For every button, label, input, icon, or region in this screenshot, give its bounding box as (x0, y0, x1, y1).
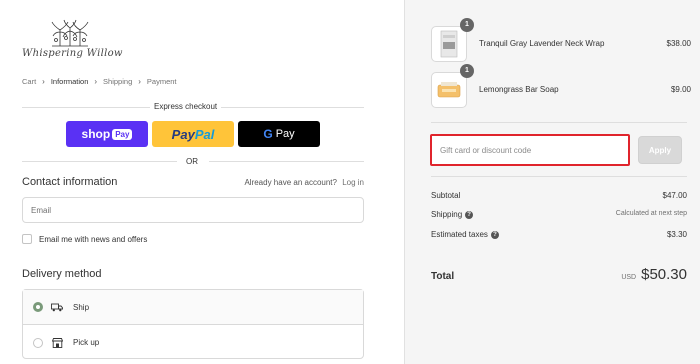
google-g-icon: G (263, 127, 273, 141)
product-thumbnail-neck-wrap (431, 26, 467, 62)
checkout-main-panel: Whispering Willow Cart › Information › S… (0, 0, 404, 364)
chevron-right-icon: › (138, 77, 141, 86)
express-checkout-label: Express checkout (150, 102, 222, 111)
shipping-value: Calculated at next step (615, 210, 687, 217)
order-item: 1 Tranquil Gray Lavender Neck Wrap $38.0… (431, 18, 691, 62)
item-name: Lemongrass Bar Soap (479, 85, 559, 94)
breadcrumb-payment: Payment (146, 77, 177, 86)
email-placeholder: Email (31, 205, 52, 215)
account-prompt-text: Already have an account? (244, 178, 337, 187)
google-pay-text: Pay (275, 128, 295, 140)
help-icon[interactable]: ? (465, 210, 474, 219)
login-link[interactable]: Log in (342, 178, 364, 187)
breadcrumb-shipping: Shipping (103, 77, 133, 86)
item-price: $38.00 (666, 39, 691, 48)
breadcrumb-cart[interactable]: Cart (22, 77, 36, 86)
delivery-method-heading: Delivery method (22, 268, 102, 280)
item-name: Tranquil Gray Lavender Neck Wrap (479, 39, 605, 48)
breadcrumb: Cart › Information › Shipping › Payment (22, 77, 177, 86)
help-icon[interactable]: ? (490, 230, 499, 239)
summary-divider (431, 122, 687, 123)
item-price: $9.00 (670, 85, 691, 94)
total-amount-group: USD $50.30 (621, 266, 687, 283)
paypal-button[interactable]: Pay Pal (152, 121, 234, 147)
quantity-badge: 1 (460, 18, 474, 32)
shipping-row: Shipping? Calculated at next step (431, 210, 687, 219)
newsletter-label: Email me with news and offers (39, 235, 148, 244)
total-label: Total (431, 271, 455, 282)
or-divider-left (22, 161, 177, 162)
order-item: 1 Lemongrass Bar Soap $9.00 (431, 64, 691, 108)
ship-radio[interactable] (33, 302, 43, 312)
currency-code: USD (621, 274, 637, 281)
summary-divider (431, 176, 687, 177)
or-divider-right (209, 161, 364, 162)
apply-discount-button[interactable]: Apply (638, 136, 682, 164)
product-thumbnail-soap (431, 72, 467, 108)
discount-placeholder: Gift card or discount code (440, 145, 532, 155)
email-field[interactable]: Email (22, 197, 364, 223)
chevron-right-icon: › (94, 77, 98, 86)
quantity-badge: 1 (460, 64, 474, 78)
store-icon (51, 337, 63, 348)
subtotal-value: $47.00 (662, 191, 687, 200)
total-amount: $50.30 (641, 266, 687, 283)
taxes-row: Estimated taxes? $3.30 (431, 230, 687, 239)
shop-pay-text: shop (81, 127, 111, 141)
delivery-option-pickup[interactable]: Pick up (23, 325, 363, 360)
discount-code-input[interactable]: Gift card or discount code (430, 134, 630, 166)
pickup-radio[interactable] (33, 337, 43, 348)
subtotal-label: Subtotal (431, 191, 461, 200)
shop-pay-badge: Pay (112, 128, 133, 140)
taxes-value: $3.30 (666, 230, 687, 239)
chevron-right-icon: › (42, 77, 45, 86)
brand-name: Whispering Willow (22, 48, 123, 59)
delivery-options: Ship Pick up (22, 289, 364, 359)
paypal-text-pal: Pal (194, 126, 215, 142)
account-prompt: Already have an account? Log in (244, 178, 364, 187)
contact-information-heading: Contact information (22, 176, 118, 188)
willow-tree-icon (51, 19, 89, 47)
delivery-option-ship[interactable]: Ship (23, 290, 363, 325)
pickup-label: Pick up (73, 338, 100, 347)
ship-label: Ship (73, 302, 90, 312)
breadcrumb-information: Information (50, 77, 89, 86)
or-label: OR (186, 157, 198, 166)
paypal-text-pay: Pay (171, 126, 195, 142)
newsletter-checkbox[interactable] (22, 234, 32, 244)
subtotal-row: Subtotal $47.00 (431, 191, 687, 200)
shop-pay-button[interactable]: shop Pay (66, 121, 148, 147)
order-summary-panel: 1 Tranquil Gray Lavender Neck Wrap $38.0… (404, 0, 700, 364)
shipping-label: Shipping (431, 210, 463, 219)
truck-icon (51, 302, 63, 312)
taxes-label: Estimated taxes (431, 230, 488, 239)
google-pay-button[interactable]: G Pay (238, 121, 320, 147)
brand-logo[interactable]: Whispering Willow (22, 18, 132, 64)
